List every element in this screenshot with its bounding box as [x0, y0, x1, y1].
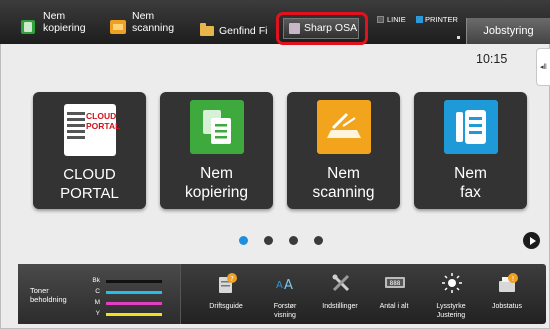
- folder-icon[interactable]: [200, 23, 214, 36]
- total-count-label: Antal i alt: [364, 302, 424, 311]
- easy-copy-shortcut-line2: kopiering: [43, 22, 86, 34]
- icon-stripe: [67, 124, 85, 127]
- scan-shortcut-icon[interactable]: [110, 20, 126, 34]
- side-panel-tab[interactable]: ◂ll: [536, 48, 550, 86]
- cloud-icon-text-1: CLOUD: [86, 111, 117, 121]
- svg-text:A: A: [284, 278, 293, 293]
- file-retrieve-shortcut[interactable]: Genfind Fi: [219, 25, 271, 37]
- line-status-label: LINIE: [387, 15, 406, 24]
- job-status-label: Jobstatus: [477, 302, 537, 311]
- total-count-button[interactable]: 888 Antal i alt: [364, 264, 424, 324]
- page-dot-3[interactable]: [289, 236, 298, 245]
- brightness-label: Lysstyrke Justering: [421, 302, 481, 320]
- svg-text:?: ?: [230, 275, 234, 283]
- toner-bar-bk: [106, 280, 162, 283]
- icon-stripe: [67, 130, 85, 133]
- guide-icon: ?: [219, 273, 237, 293]
- status-dot: [457, 36, 460, 39]
- tile-easy-copy[interactable]: Nem kopiering: [160, 92, 273, 209]
- side-panel-tab-icon: ◂ll: [540, 64, 547, 71]
- page-dot-4[interactable]: [314, 236, 323, 245]
- toner-code-y: Y: [95, 310, 100, 317]
- svg-text:888: 888: [390, 280, 401, 287]
- bb-label-line2: Justering: [436, 312, 466, 319]
- toner-code-bk: Bk: [92, 277, 100, 284]
- toner-label-line1: Toner: [30, 286, 49, 295]
- icon-stripe: [67, 136, 85, 139]
- svg-text:A: A: [276, 280, 283, 291]
- scan-icon: [317, 100, 371, 154]
- bb-label-line1: Driftsguide: [209, 303, 243, 310]
- easy-copy-shortcut-line1: Nem: [43, 10, 66, 22]
- bottom-bar: Toner beholdning Bk C M Y ? Driftsguide …: [18, 264, 546, 324]
- enlarge-display-label: Forstør visning: [255, 302, 315, 320]
- toner-bar-c: [106, 291, 162, 294]
- bb-label-line1: Lysstyrke: [436, 303, 466, 310]
- page-dot-1[interactable]: [239, 236, 248, 245]
- tile-easy-fax[interactable]: Nem fax: [414, 92, 527, 209]
- icon-stripe: [67, 112, 85, 115]
- toner-label-line2: beholdning: [30, 295, 67, 304]
- bb-label-line1: Jobstatus: [492, 303, 522, 310]
- page-dot-2[interactable]: [264, 236, 273, 245]
- tile-label-line1: Nem: [200, 165, 233, 182]
- tile-label-line2: kopiering: [185, 184, 248, 201]
- settings-icon: [332, 274, 350, 292]
- toner-bar-m: [106, 302, 162, 305]
- toner-code-c: C: [95, 288, 100, 295]
- bb-label-line1: Indstillinger: [322, 303, 358, 310]
- easy-scan-shortcut[interactable]: Nem scanning: [132, 10, 174, 34]
- top-bar: Nem kopiering Nem scanning Genfind Fi Sh…: [0, 0, 550, 44]
- fax-icon: [444, 100, 498, 154]
- toner-bar-y: [106, 313, 162, 316]
- icon-stripe: [67, 118, 85, 121]
- toner-panel: Toner beholdning Bk C M Y: [18, 264, 181, 324]
- copy-icon: [190, 100, 244, 154]
- copy-shortcut-icon[interactable]: [21, 20, 35, 34]
- line-status-icon: [377, 16, 384, 23]
- job-control-button[interactable]: Jobstyring: [466, 18, 550, 44]
- tile-label: Nem fax: [414, 164, 527, 202]
- jobstatus-icon: !: [499, 273, 518, 292]
- bb-label-line2: visning: [274, 312, 296, 319]
- printer-status-icon: [416, 16, 423, 23]
- operation-guide-label: Driftsguide: [196, 302, 256, 311]
- cloud-portal-icon: CLOUD PORTAL: [64, 104, 120, 156]
- counter-icon: 888: [385, 277, 405, 288]
- magnify-icon: A A: [276, 278, 293, 293]
- bb-label-line1: Forstør: [273, 303, 297, 310]
- next-page-arrow-icon[interactable]: [523, 232, 540, 249]
- easy-scan-shortcut-line1: Nem: [132, 10, 155, 22]
- job-status-button[interactable]: ! Jobstatus: [477, 264, 537, 324]
- tile-label: Nem kopiering: [160, 164, 273, 202]
- brightness-icon: [442, 273, 462, 293]
- tile-cloud-portal[interactable]: CLOUD PORTAL CLOUD PORTAL: [33, 92, 146, 209]
- osa-highlight-frame: [276, 12, 368, 45]
- settings-button[interactable]: Indstillinger: [310, 264, 370, 324]
- enlarge-display-button[interactable]: A A Forstør visning: [255, 264, 315, 324]
- tile-label-line2: fax: [460, 184, 481, 201]
- bb-label-line1: Antal i alt: [379, 303, 409, 310]
- settings-label: Indstillinger: [310, 302, 370, 311]
- operation-guide-button[interactable]: ? Driftsguide: [196, 264, 256, 324]
- cloud-icon-text-2: PORTAL: [86, 121, 121, 131]
- tile-label-line1: Nem: [327, 165, 360, 182]
- easy-scan-shortcut-line2: scanning: [132, 22, 175, 34]
- tile-label: CLOUD PORTAL: [60, 166, 119, 202]
- tile-label-line2: scanning: [312, 184, 375, 201]
- tile-label: Nem scanning: [287, 164, 400, 202]
- easy-copy-shortcut[interactable]: Nem kopiering: [43, 10, 86, 34]
- printer-status-label: PRINTER: [425, 15, 458, 24]
- clock: 10:15: [476, 52, 508, 66]
- tile-easy-scan[interactable]: Nem scanning: [287, 92, 400, 209]
- brightness-button[interactable]: Lysstyrke Justering: [421, 264, 481, 324]
- toner-code-m: M: [94, 299, 100, 306]
- svg-text:!: !: [512, 275, 515, 283]
- toner-label: Toner beholdning: [30, 286, 67, 304]
- tile-label-line1: Nem: [454, 165, 487, 182]
